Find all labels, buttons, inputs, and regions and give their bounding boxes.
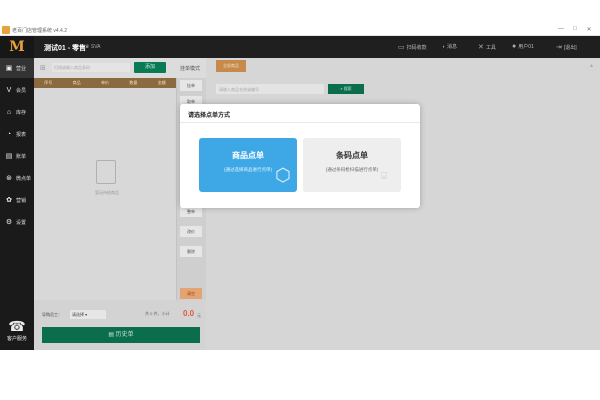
sidebar-item-inventory[interactable]: ⌂ 库存 bbox=[0, 102, 34, 122]
delete-button[interactable]: 删除 bbox=[180, 246, 202, 257]
wechat-icon: ⊛ bbox=[6, 175, 12, 182]
title-bar: 老百门店管理系统 v4.4.2 — □ ✕ bbox=[0, 24, 600, 36]
search-icon: ⌕ bbox=[340, 86, 343, 91]
scan-icon: ⊞ bbox=[40, 65, 46, 72]
change-price-button[interactable]: 改价 bbox=[180, 226, 202, 237]
sidebar-item-bill[interactable]: ▤ 账单 bbox=[0, 146, 34, 166]
marketing-icon: ✿ bbox=[6, 197, 12, 204]
user-menu[interactable]: ● 用户01 bbox=[512, 43, 534, 50]
hold-order-button[interactable]: 挂单 bbox=[180, 80, 202, 91]
tools-icon: ✕ bbox=[478, 44, 484, 51]
clear-button[interactable]: 清空 bbox=[180, 288, 202, 299]
scan-pay-link[interactable]: ▭ 扫码收款 bbox=[398, 43, 427, 51]
vip-badge: ♛ SVA bbox=[85, 44, 101, 50]
app-logo-icon bbox=[2, 26, 10, 34]
box-icon: ⬡ bbox=[275, 165, 291, 185]
window-title: 老百门店管理系统 v4.4.2 bbox=[12, 28, 68, 34]
column-header: 序号 bbox=[44, 80, 53, 85]
dialog-divider bbox=[180, 122, 420, 123]
totals-text: 共 0 件，小计 bbox=[145, 311, 170, 316]
scan-input[interactable]: 扫描或输入商品条码 bbox=[52, 63, 130, 72]
column-header: 数量 bbox=[129, 80, 138, 85]
store-icon: ⌂ bbox=[6, 108, 12, 116]
minimize-button[interactable]: — bbox=[556, 26, 566, 32]
screen-icon: ▭ bbox=[398, 44, 405, 51]
sidebar-item-member[interactable]: V 会员 bbox=[0, 80, 34, 100]
add-button[interactable]: 添加 bbox=[134, 62, 166, 73]
barcode-scanner-icon: ⌸ bbox=[381, 171, 387, 182]
total-amount: 0.0 bbox=[183, 309, 195, 318]
exit-icon: ⇥ bbox=[556, 44, 562, 51]
sidebar-item-marketing[interactable]: ✿ 营销 bbox=[0, 190, 34, 210]
close-button[interactable]: ✕ bbox=[584, 26, 594, 33]
column-header: 单价 bbox=[101, 80, 110, 85]
top-bar: M 测试01 - 零售 ♛ SVA ▭ 扫码收款 ◖ 消息 ✕ 工具 ● 用户0… bbox=[0, 36, 600, 58]
hold-mode-label[interactable]: 挂单模式 bbox=[180, 65, 200, 72]
clerk-label: 导购员工： bbox=[42, 312, 62, 317]
sidebar-item-business[interactable]: ▣ 营业 bbox=[0, 58, 34, 78]
sidebar: ▣ 营业 V 会员 ⌂ 库存 ◔ 报表 ▤ 账单 ⊛ 微点单 ✿ 营销 ⚙ 设置 bbox=[0, 58, 34, 350]
empty-cart-text: 暂无待结商品 bbox=[95, 190, 119, 195]
chevron-down-icon: ▾ bbox=[85, 312, 88, 317]
report-icon: ◔ bbox=[6, 130, 12, 138]
clerk-select[interactable]: 请选择 ▾ bbox=[70, 310, 106, 319]
tools-link[interactable]: ✕ 工具 bbox=[478, 43, 496, 51]
maximize-button[interactable]: □ bbox=[570, 26, 580, 32]
sidebar-item-report[interactable]: ◔ 报表 bbox=[0, 124, 34, 144]
vip-icon: V bbox=[6, 86, 12, 94]
brand-logo: M bbox=[0, 36, 34, 58]
column-header: 商品 bbox=[72, 80, 81, 85]
logout-link[interactable]: ⇥ [退出] bbox=[556, 43, 577, 51]
shop-name: 测试01 - 零售 bbox=[44, 45, 87, 52]
settings-icon: ⚙ bbox=[5, 219, 13, 226]
phone-icon: ☎ bbox=[8, 318, 26, 334]
dialog-title: 请选择点单方式 bbox=[188, 113, 231, 119]
messages-link[interactable]: ◖ 消息 bbox=[442, 43, 457, 51]
sidebar-item-settings[interactable]: ⚙ 设置 bbox=[0, 212, 34, 232]
search-button[interactable]: ⌕ 搜索 bbox=[328, 84, 364, 94]
clipboard-icon bbox=[96, 160, 116, 184]
cart-table-header: 序号 商品 单价 数量 金额 bbox=[34, 78, 176, 88]
history-icon: ▤ bbox=[108, 332, 114, 338]
history-order-button[interactable]: ▤ 历史单 bbox=[42, 327, 200, 343]
tab-all-products[interactable]: 全部商品 bbox=[216, 60, 246, 72]
user-icon: ● bbox=[512, 43, 517, 50]
sidebar-item-micro-order[interactable]: ⊛ 微点单 bbox=[0, 168, 34, 188]
column-header: 金额 bbox=[157, 80, 166, 85]
customer-service-button[interactable]: ☎ 客户服务 bbox=[0, 318, 34, 342]
bag-icon: ▣ bbox=[5, 65, 13, 72]
bill-icon: ▤ bbox=[5, 153, 13, 160]
product-search-input[interactable]: 请输入商品名称或编号 bbox=[216, 84, 324, 94]
total-unit: 元 bbox=[197, 313, 201, 318]
scroll-arrow-icon[interactable]: ▴ bbox=[590, 62, 593, 69]
bell-icon: ◖ bbox=[442, 43, 446, 50]
barcode-order-option[interactable]: 条码点单 (通过条码枪扫描进行点单) bbox=[303, 138, 401, 192]
